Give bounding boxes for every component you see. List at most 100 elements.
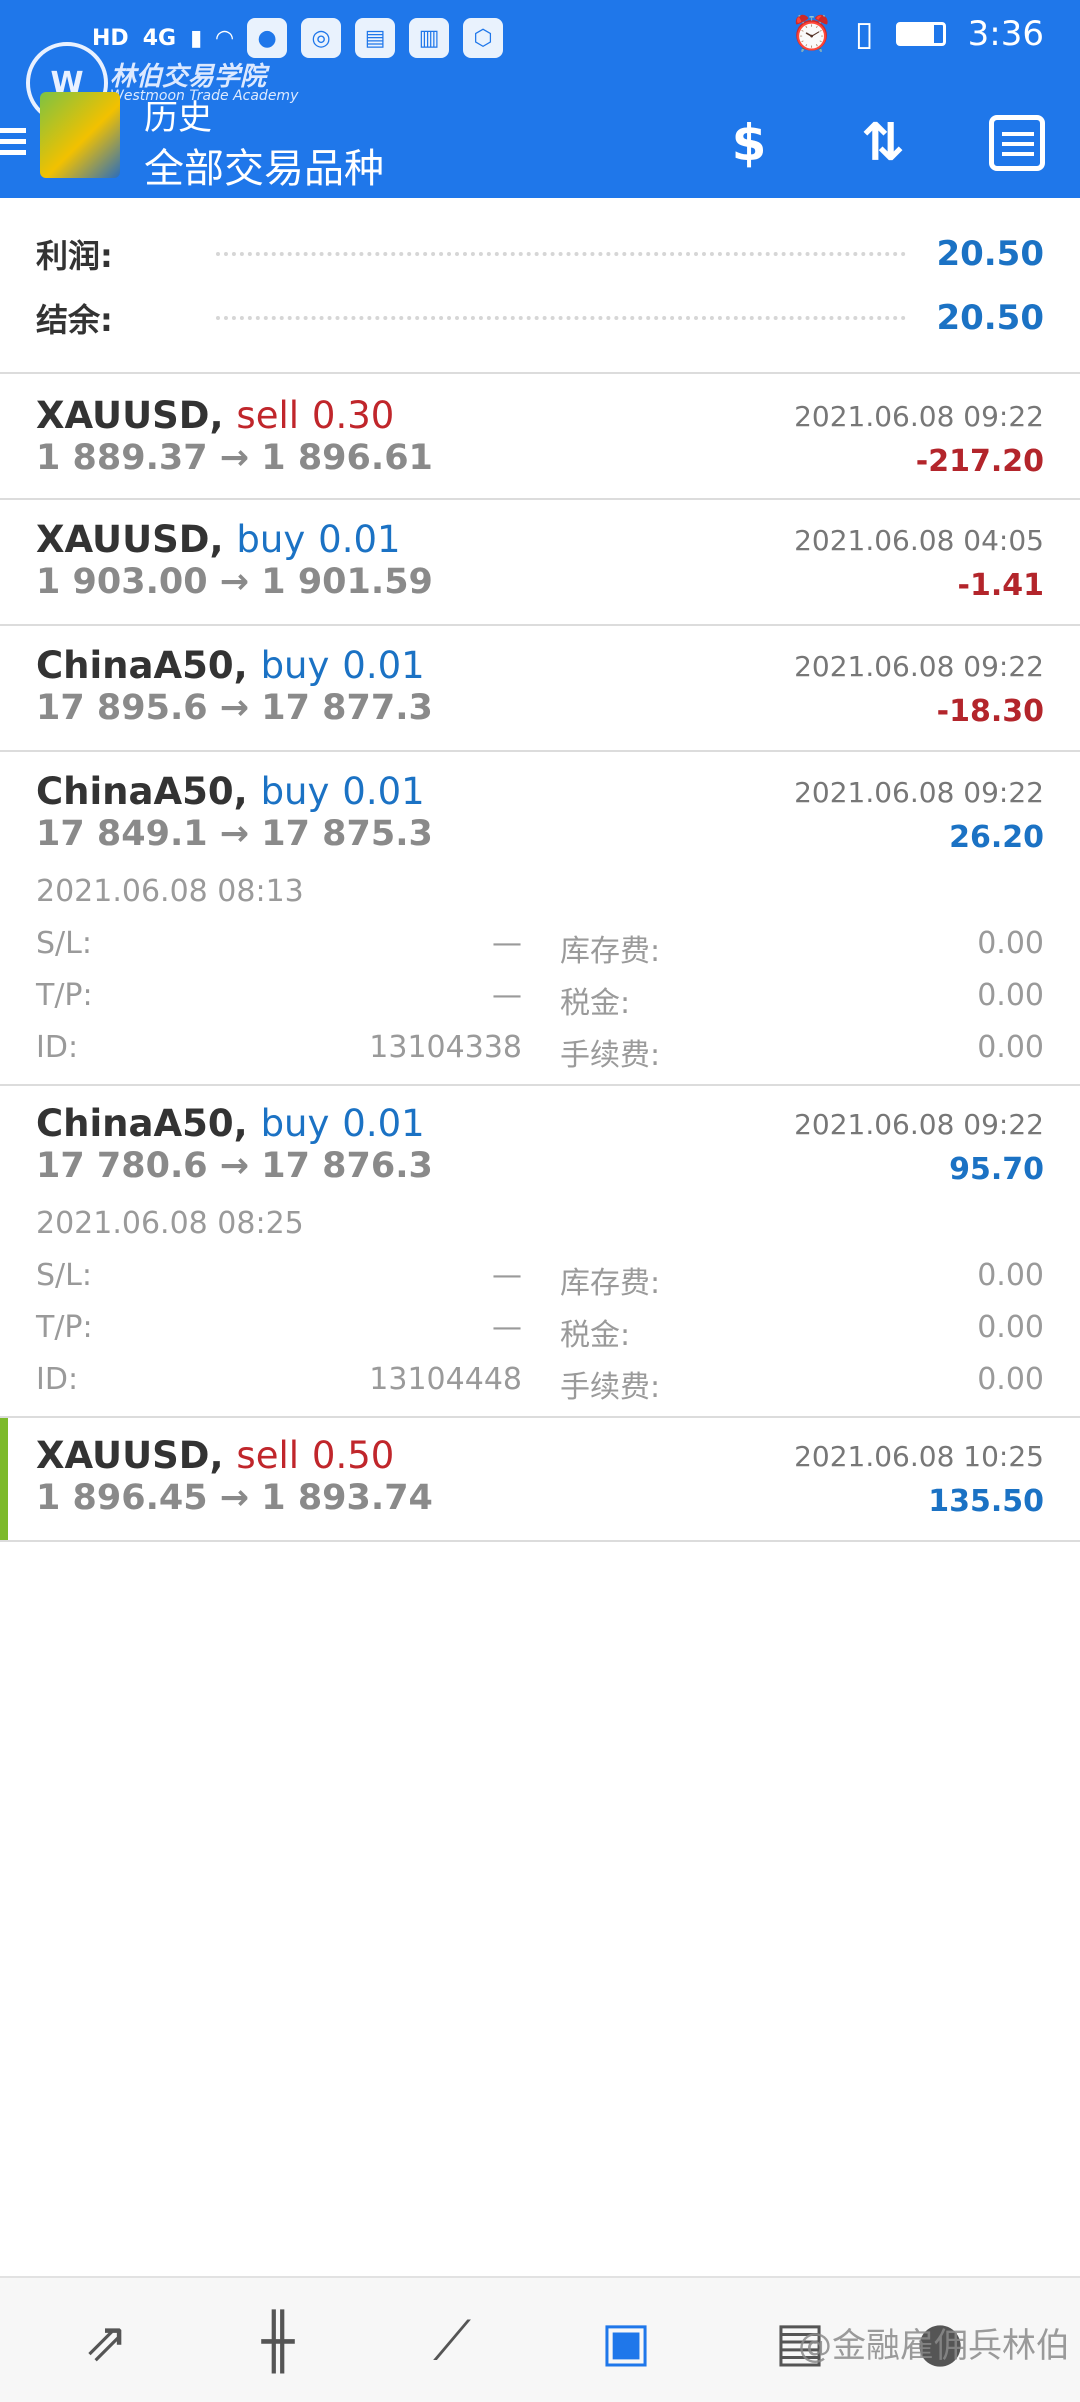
fee-label: 手续费: xyxy=(560,1370,661,1405)
trade-profit: 95.70 xyxy=(949,1152,1044,1187)
tax-value: 0.00 xyxy=(977,978,1044,1013)
trade-volume: 0.50 xyxy=(311,1434,395,1477)
vibrate-icon: ▯ xyxy=(854,14,874,54)
hd-indicator: HD xyxy=(92,25,129,51)
trade-row-expanded[interactable]: ChinaA50, buy 0.01 2021.06.08 09:22 17 7… xyxy=(0,1086,1080,1416)
fee-value: 0.00 xyxy=(977,1030,1044,1065)
calendar-icon[interactable] xyxy=(982,108,1052,178)
trade-profit: -18.30 xyxy=(936,694,1044,729)
sort-icon[interactable]: ⇅ xyxy=(848,108,918,178)
clock: 3:36 xyxy=(967,14,1044,54)
trade-profit: -217.20 xyxy=(915,444,1044,479)
tax-label: 税金: xyxy=(560,986,631,1021)
bottom-navigation: ⇗ ╫ ⟋ ▣ ▤ ● @金融雇佣兵林伯 xyxy=(0,2276,1080,2402)
trade-symbol-line: ChinaA50, buy 0.01 xyxy=(36,770,425,813)
trade-prices: 17 895.6 → 17 877.3 xyxy=(36,688,433,728)
trade-symbol: XAUUSD, xyxy=(36,1434,224,1477)
trade-side: buy xyxy=(260,1102,330,1145)
id-value: 13104448 xyxy=(369,1362,522,1397)
trade-symbol-line: XAUUSD, buy 0.01 xyxy=(36,518,401,561)
dot-leader xyxy=(216,252,907,256)
trade-volume: 0.30 xyxy=(311,394,395,437)
trade-side: buy xyxy=(236,518,306,561)
swap-label: 库存费: xyxy=(560,934,661,969)
trade-profit: 135.50 xyxy=(928,1484,1044,1519)
sl-value: — xyxy=(492,926,522,961)
trade-open-time: 2021.06.08 08:25 xyxy=(36,1206,304,1241)
trade-row-selected[interactable]: XAUUSD, sell 0.50 2021.06.08 10:25 1 896… xyxy=(0,1418,1080,1540)
id-value: 13104338 xyxy=(369,1030,522,1065)
id-label: ID: xyxy=(36,1030,79,1065)
trade-side: sell xyxy=(236,1434,300,1477)
balance-row: 结余: 20.50 xyxy=(36,288,1044,348)
tp-label: T/P: xyxy=(36,978,93,1013)
swap-value: 0.00 xyxy=(977,926,1044,961)
trade-prices: 1 903.00 → 1 901.59 xyxy=(36,562,433,602)
page-title[interactable]: 全部交易品种 xyxy=(144,136,384,194)
status-left: HD 4G ▮ ◠ ● ◎ ▤ ▥ ⬡ xyxy=(92,18,504,58)
trade-open-time: 2021.06.08 08:13 xyxy=(36,874,304,909)
tax-label: 税金: xyxy=(560,1318,631,1353)
chart-tab-icon[interactable]: ╫ xyxy=(238,2306,318,2376)
trade-time: 2021.06.08 09:22 xyxy=(794,650,1044,683)
battery-icon xyxy=(895,22,946,46)
swap-value: 0.00 xyxy=(977,1258,1044,1293)
watermark-bottom: @金融雇佣兵林伯 xyxy=(798,2326,1070,2366)
trade-symbol: ChinaA50, xyxy=(36,644,248,687)
reader-notification-icon: ▥ xyxy=(409,18,450,58)
tax-value: 0.00 xyxy=(977,1310,1044,1345)
tp-label: T/P: xyxy=(36,1310,93,1345)
trade-prices: 1 896.45 → 1 893.74 xyxy=(36,1478,433,1518)
trade-symbol: ChinaA50, xyxy=(36,1102,248,1145)
metatrader-logo-icon[interactable] xyxy=(40,92,120,178)
swap-label: 库存费: xyxy=(560,1266,661,1301)
divider xyxy=(0,1540,1080,1542)
tp-value: — xyxy=(492,978,522,1013)
app-notification-icon: ● xyxy=(247,18,288,58)
menu-icon[interactable] xyxy=(0,122,28,162)
trade-symbol-line: XAUUSD, sell 0.30 xyxy=(36,394,394,437)
profit-row: 利润: 20.50 xyxy=(36,224,1044,284)
trade-side: sell xyxy=(236,394,300,437)
trade-volume: 0.01 xyxy=(342,1102,425,1145)
trade-prices: 17 780.6 → 17 876.3 xyxy=(36,1146,433,1186)
trade-tab-icon[interactable]: ⟋ xyxy=(412,2306,492,2376)
currency-filter-icon[interactable]: $ xyxy=(714,108,784,178)
app-bar: HD 4G ▮ ◠ ● ◎ ▤ ▥ ⬡ ⏰ ▯ 3:36 W 林伯交易学院 We… xyxy=(0,0,1080,198)
browser-notification-icon: ◎ xyxy=(301,18,342,58)
summary-panel: 利润: 20.50 结余: 20.50 xyxy=(0,198,1080,372)
sl-label: S/L: xyxy=(36,926,92,961)
shield-notification-icon: ⬡ xyxy=(463,18,504,58)
signal-icon: ▮ xyxy=(190,25,203,51)
trade-symbol-line: XAUUSD, sell 0.50 xyxy=(36,1434,394,1477)
dot-leader xyxy=(216,316,907,320)
quotes-tab-icon[interactable]: ⇗ xyxy=(66,2306,146,2376)
alarm-icon: ⏰ xyxy=(790,14,833,54)
trade-profit: -1.41 xyxy=(957,568,1044,603)
trade-profit: 26.20 xyxy=(949,820,1044,855)
trade-symbol: XAUUSD, xyxy=(36,518,224,561)
network-indicator: 4G xyxy=(142,25,177,51)
tp-value: — xyxy=(492,1310,522,1345)
trade-volume: 0.01 xyxy=(342,770,425,813)
trade-row-expanded[interactable]: ChinaA50, buy 0.01 2021.06.08 09:22 17 8… xyxy=(0,752,1080,1084)
sl-value: — xyxy=(492,1258,522,1293)
trade-time: 2021.06.08 10:25 xyxy=(794,1440,1044,1473)
profit-value: 20.50 xyxy=(936,234,1044,274)
trade-symbol-line: ChinaA50, buy 0.01 xyxy=(36,644,425,687)
trade-symbol: XAUUSD, xyxy=(36,394,224,437)
profit-label: 利润: xyxy=(36,237,113,275)
trade-row[interactable]: ChinaA50, buy 0.01 2021.06.08 09:22 17 8… xyxy=(0,626,1080,750)
trade-volume: 0.01 xyxy=(342,644,425,687)
history-tab-icon[interactable]: ▣ xyxy=(586,2306,666,2376)
balance-label: 结余: xyxy=(36,301,113,339)
trade-row[interactable]: XAUUSD, buy 0.01 2021.06.08 04:05 1 903.… xyxy=(0,500,1080,624)
fee-value: 0.00 xyxy=(977,1362,1044,1397)
trade-side: buy xyxy=(260,770,330,813)
trade-symbol-line: ChinaA50, buy 0.01 xyxy=(36,1102,425,1145)
trade-volume: 0.01 xyxy=(318,518,401,561)
id-label: ID: xyxy=(36,1362,79,1397)
trade-time: 2021.06.08 09:22 xyxy=(794,1108,1044,1141)
trade-row[interactable]: XAUUSD, sell 0.30 2021.06.08 09:22 1 889… xyxy=(0,374,1080,498)
trade-prices: 1 889.37 → 1 896.61 xyxy=(36,438,433,478)
